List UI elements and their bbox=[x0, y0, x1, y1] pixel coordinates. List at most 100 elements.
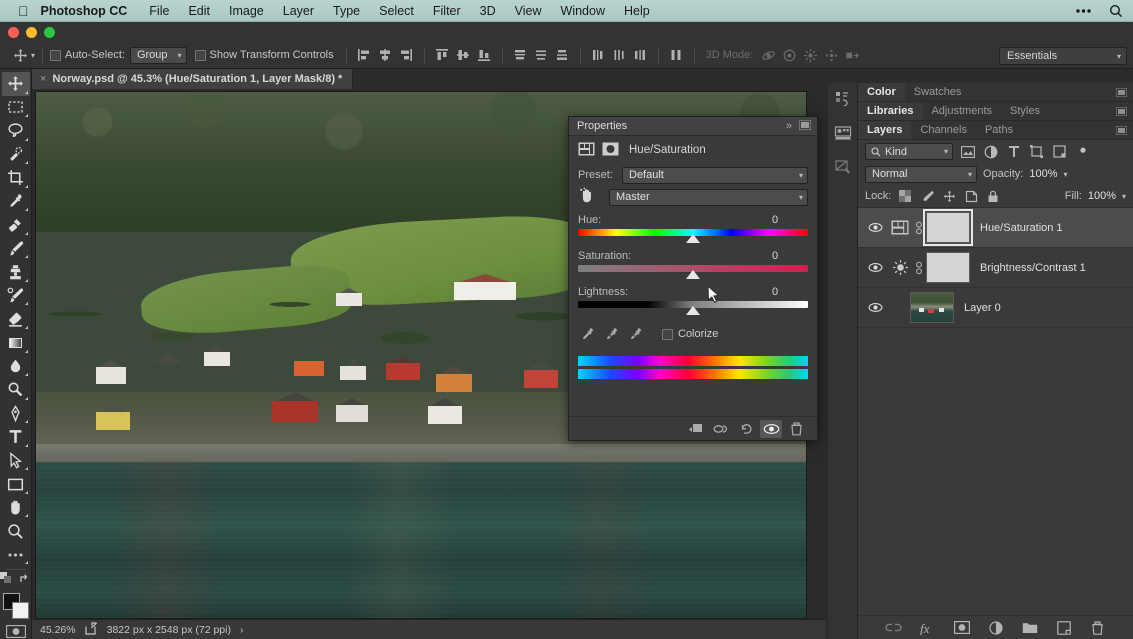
menu-item-edit[interactable]: Edit bbox=[188, 4, 210, 18]
auto-select-scope-dropdown[interactable]: Group ▾ bbox=[130, 47, 187, 64]
control-center-icon[interactable] bbox=[1075, 6, 1092, 16]
preset-dropdown[interactable]: Default ▾ bbox=[622, 167, 808, 184]
panel-menu-icon[interactable] bbox=[799, 120, 811, 133]
tab-channels[interactable]: Channels bbox=[911, 121, 975, 139]
3d-slide-icon[interactable] bbox=[821, 46, 842, 65]
eyedropper-tool[interactable] bbox=[2, 190, 30, 214]
pen-tool[interactable] bbox=[2, 402, 30, 426]
filter-type-icon[interactable] bbox=[1005, 143, 1022, 160]
layer-mask-thumbnail[interactable] bbox=[926, 252, 970, 283]
workspace-dropdown[interactable]: Essentials ▾ bbox=[999, 47, 1127, 65]
rectangular-marquee-tool[interactable] bbox=[2, 96, 30, 120]
new-adjustment-layer-icon[interactable] bbox=[987, 619, 1005, 636]
align-bottom-edges-icon[interactable] bbox=[474, 46, 495, 65]
properties-panel-icon[interactable] bbox=[831, 155, 855, 179]
distribute-horizontal-centers-icon[interactable] bbox=[609, 46, 630, 65]
gradient-tool[interactable] bbox=[2, 331, 30, 355]
tab-adjustments[interactable]: Adjustments bbox=[922, 102, 1001, 120]
opacity-value[interactable]: 100% bbox=[1029, 168, 1057, 180]
menu-item-3d[interactable]: 3D bbox=[480, 4, 496, 18]
horizontal-type-tool[interactable] bbox=[2, 425, 30, 449]
opacity-chevron-icon[interactable]: ▾ bbox=[1064, 170, 1068, 179]
properties-panel-titlebar[interactable]: Properties » bbox=[569, 117, 817, 136]
path-selection-tool[interactable] bbox=[2, 449, 30, 473]
panel-menu-icon[interactable] bbox=[1116, 126, 1127, 138]
layer-mask-link-icon[interactable] bbox=[912, 261, 926, 275]
fill-chevron-icon[interactable]: ▾ bbox=[1122, 192, 1126, 201]
layer-filter-kind-dropdown[interactable]: Kind ▾ bbox=[865, 143, 953, 160]
lasso-tool[interactable] bbox=[2, 119, 30, 143]
clone-stamp-tool[interactable] bbox=[2, 260, 30, 284]
properties-panel[interactable]: Properties » Hue/Saturation Preset: Defa… bbox=[568, 116, 818, 441]
window-minimize-button[interactable] bbox=[26, 27, 37, 38]
table-row[interactable]: Brightness/Contrast 1 bbox=[858, 248, 1133, 288]
new-layer-icon[interactable] bbox=[1055, 619, 1073, 636]
layer-thumbnail[interactable] bbox=[910, 292, 954, 323]
move-tool[interactable] bbox=[2, 72, 30, 96]
lightness-slider-track[interactable] bbox=[578, 301, 808, 308]
clipped-layer-icon[interactable] bbox=[578, 142, 595, 159]
channel-dropdown[interactable]: Master ▾ bbox=[609, 189, 808, 206]
filter-toggle-icon[interactable] bbox=[1074, 143, 1091, 160]
distribute-top-edges-icon[interactable] bbox=[510, 46, 531, 65]
zoom-level-value[interactable]: 45.26% bbox=[40, 624, 76, 636]
clip-to-layer-icon[interactable] bbox=[685, 420, 707, 438]
adjustment-preview-icon[interactable] bbox=[602, 142, 619, 159]
table-row[interactable]: Layer 0 bbox=[858, 288, 1133, 328]
zoom-tool[interactable] bbox=[2, 519, 30, 543]
distribute-vertical-centers-icon[interactable] bbox=[531, 46, 552, 65]
spotlight-search-icon[interactable] bbox=[1109, 4, 1123, 18]
tab-styles[interactable]: Styles bbox=[1001, 102, 1049, 120]
distribute-right-edges-icon[interactable] bbox=[630, 46, 651, 65]
filter-pixel-icon[interactable] bbox=[959, 143, 976, 160]
background-color-swatch[interactable] bbox=[12, 602, 29, 619]
lightness-value[interactable]: 0 bbox=[772, 286, 808, 298]
window-close-button[interactable] bbox=[8, 27, 19, 38]
apple-logo-icon[interactable]:  bbox=[18, 4, 29, 18]
align-left-edges-icon[interactable] bbox=[354, 46, 375, 65]
fill-value[interactable]: 100% bbox=[1088, 190, 1116, 202]
history-panel-icon[interactable] bbox=[831, 87, 855, 111]
align-top-edges-icon[interactable] bbox=[432, 46, 453, 65]
distribute-spacing-icon[interactable] bbox=[666, 46, 687, 65]
align-right-edges-icon[interactable] bbox=[396, 46, 417, 65]
menu-item-layer[interactable]: Layer bbox=[283, 4, 314, 18]
distribute-left-edges-icon[interactable] bbox=[588, 46, 609, 65]
blend-mode-dropdown[interactable]: Normal ▾ bbox=[865, 166, 977, 183]
spot-healing-brush-tool[interactable] bbox=[2, 213, 30, 237]
saturation-slider-track[interactable] bbox=[578, 265, 808, 272]
filter-adjustment-icon[interactable] bbox=[982, 143, 999, 160]
show-transform-controls-checkbox[interactable] bbox=[195, 50, 206, 61]
menu-item-image[interactable]: Image bbox=[229, 4, 264, 18]
layer-style-fx-icon[interactable]: fx bbox=[919, 619, 937, 636]
edit-toolbar-tool[interactable] bbox=[2, 543, 30, 567]
delete-layer-icon[interactable] bbox=[1089, 619, 1107, 636]
spectrum-bar-bottom[interactable] bbox=[578, 369, 808, 379]
3d-scale-icon[interactable] bbox=[842, 46, 863, 65]
link-layers-icon[interactable] bbox=[885, 619, 903, 636]
auto-select-checkbox[interactable] bbox=[50, 50, 61, 61]
layer-visibility-toggle[interactable] bbox=[862, 262, 888, 273]
filter-smartobject-icon[interactable] bbox=[1051, 143, 1068, 160]
blur-tool[interactable] bbox=[2, 355, 30, 379]
lock-transparent-pixels-icon[interactable] bbox=[897, 188, 913, 204]
window-zoom-button[interactable] bbox=[44, 27, 55, 38]
collapse-panel-icon[interactable]: » bbox=[786, 120, 792, 132]
eyedropper-add-icon[interactable] bbox=[602, 325, 621, 343]
menu-item-filter[interactable]: Filter bbox=[433, 4, 461, 18]
hand-tool[interactable] bbox=[2, 496, 30, 520]
layer-mask-thumbnail[interactable] bbox=[926, 212, 970, 243]
brightness-contrast-adjustment-icon[interactable] bbox=[888, 259, 912, 276]
layer-visibility-toggle[interactable] bbox=[862, 222, 888, 233]
colorize-checkbox[interactable] bbox=[662, 329, 673, 340]
rectangle-tool[interactable] bbox=[2, 472, 30, 496]
new-group-icon[interactable] bbox=[1021, 619, 1039, 636]
align-vertical-centers-icon[interactable] bbox=[453, 46, 474, 65]
3d-orbit-icon[interactable] bbox=[758, 46, 779, 65]
lock-image-pixels-icon[interactable] bbox=[919, 188, 935, 204]
3d-pan-icon[interactable] bbox=[800, 46, 821, 65]
hue-slider-thumb[interactable] bbox=[686, 234, 700, 243]
history-brush-tool[interactable] bbox=[2, 284, 30, 308]
panel-menu-icon[interactable] bbox=[1116, 107, 1127, 119]
default-colors-icon[interactable] bbox=[0, 572, 13, 590]
